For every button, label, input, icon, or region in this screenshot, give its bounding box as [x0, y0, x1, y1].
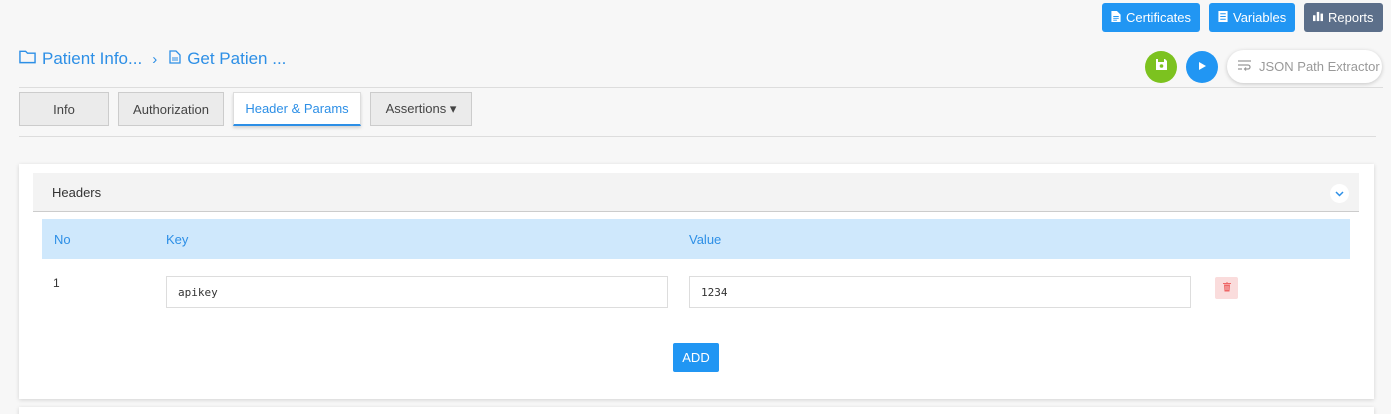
add-header-button[interactable]: ADD — [673, 343, 719, 372]
chevron-down-icon[interactable] — [1330, 184, 1349, 203]
breadcrumb-request[interactable]: Get Patien ... — [187, 49, 286, 69]
variables-button[interactable]: Variables — [1209, 3, 1296, 32]
tab-bar: Info Authorization Header & Params Asser… — [19, 92, 472, 126]
json-path-extractor-button[interactable]: JSON Path Extractor — [1227, 50, 1382, 83]
reports-label: Reports — [1328, 10, 1374, 25]
headers-panel: Headers No Key Value 1 apikey 1234 ADD — [19, 164, 1374, 399]
play-icon — [1197, 58, 1207, 76]
save-icon — [1155, 58, 1168, 76]
headers-panel-header[interactable]: Headers — [33, 173, 1359, 212]
tab-info[interactable]: Info — [19, 92, 109, 126]
tab-authorization[interactable]: Authorization — [118, 92, 224, 126]
tab-label: Info — [53, 101, 75, 117]
key-input[interactable]: apikey — [166, 276, 668, 308]
trash-icon — [1222, 279, 1231, 297]
json-path-extractor-label: JSON Path Extractor — [1259, 59, 1380, 74]
tab-label: Authorization — [133, 101, 209, 117]
document-icon — [169, 49, 181, 69]
tab-assertions[interactable]: Assertions ▾ — [370, 92, 472, 126]
value-input[interactable]: 1234 — [689, 276, 1191, 308]
row-number: 1 — [53, 276, 60, 290]
list-icon — [1218, 10, 1228, 25]
tab-header-params[interactable]: Header & Params — [233, 92, 361, 126]
folder-icon — [19, 49, 36, 69]
tab-label: Header & Params — [245, 101, 349, 116]
reports-button[interactable]: Reports — [1304, 3, 1383, 32]
wrap-text-icon — [1237, 59, 1252, 74]
breadcrumb-folder[interactable]: Patient Info... — [42, 49, 142, 69]
column-header-value: Value — [689, 232, 722, 247]
divider — [19, 87, 1383, 88]
certificates-button[interactable]: Certificates — [1102, 3, 1201, 32]
certificates-label: Certificates — [1126, 10, 1192, 25]
panel-title: Headers — [52, 184, 102, 200]
breadcrumb: Patient Info... › Get Patien ... — [19, 49, 286, 69]
delete-row-button[interactable] — [1215, 277, 1238, 299]
params-panel — [19, 407, 1374, 414]
tab-label: Assertions ▾ — [385, 101, 457, 116]
column-header-key: Key — [166, 232, 189, 247]
divider — [19, 136, 1376, 137]
save-button[interactable] — [1145, 51, 1177, 83]
variables-label: Variables — [1233, 10, 1287, 25]
table-header: No Key Value — [42, 219, 1350, 259]
breadcrumb-separator-icon: › — [152, 50, 158, 68]
document-icon — [1111, 10, 1121, 25]
add-label: ADD — [682, 350, 710, 365]
column-header-no: No — [54, 232, 71, 247]
run-button[interactable] — [1186, 51, 1218, 83]
bar-chart-icon — [1313, 10, 1323, 25]
